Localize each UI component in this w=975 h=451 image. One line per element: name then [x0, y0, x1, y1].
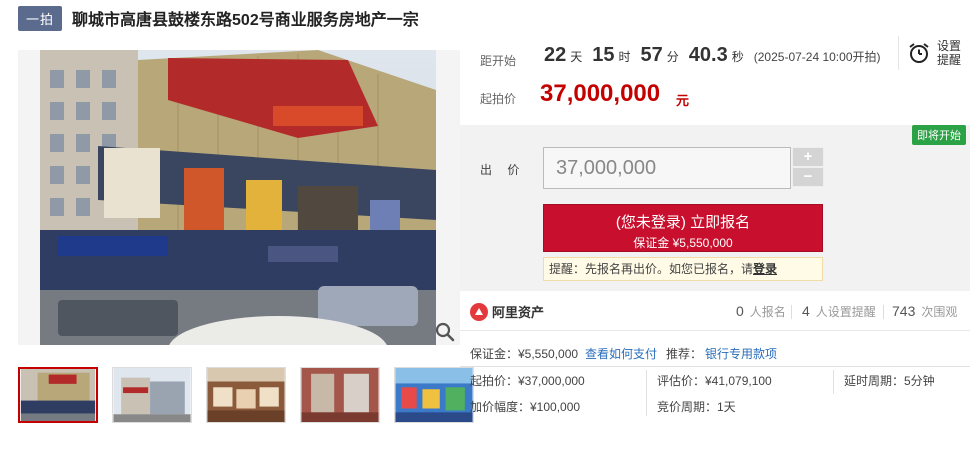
- view-count-value: 743: [892, 303, 916, 319]
- thumbnail-3[interactable]: [206, 367, 286, 423]
- brand-label: 阿里资产: [492, 305, 545, 320]
- login-link[interactable]: 登录: [753, 262, 777, 276]
- login-tip: 提醒：先报名再出价。如您已报名，请登录: [543, 257, 823, 281]
- countdown-panel: 距开始 22 天 15 时 57 分 40.3 秒 (2025-07-24 10…: [460, 30, 970, 125]
- set-reminder-label: 设置提醒: [937, 39, 962, 67]
- increase-bid-button[interactable]: +: [792, 147, 824, 167]
- countdown-days-unit: 天: [570, 50, 583, 64]
- view-count-label: 次围观: [921, 305, 958, 319]
- auction-start-time: (2025-07-24 10:00开拍): [753, 50, 881, 64]
- view-count: 743 次围观: [892, 303, 957, 320]
- ali-assets-icon: [470, 302, 488, 321]
- countdown-hours: 15: [592, 44, 615, 66]
- page-title: 聊城市高唐县鼓楼东路502号商业服务房地产一宗: [72, 12, 419, 29]
- signup-count: 0 人报名: [736, 303, 786, 320]
- recommend-label: 推荐：: [666, 347, 703, 361]
- thumbnail-2[interactable]: [112, 367, 192, 423]
- increment-info: 加价幅度：¥100,000: [470, 400, 581, 414]
- bid-amount-input[interactable]: 37,000,000: [543, 147, 791, 189]
- countdown-seconds: 40.3: [688, 44, 728, 66]
- bid-label: 出 价: [480, 163, 526, 177]
- start-price-info: 起拍价：¥37,000,000: [470, 374, 585, 388]
- countdown-minutes: 57: [640, 44, 663, 66]
- status-badge: 即将开始: [912, 125, 966, 145]
- title-row: 一拍 聊城市高唐县鼓楼东路502号商业服务房地产一宗: [18, 5, 419, 31]
- auction-round-badge: 一拍: [18, 5, 63, 31]
- thumbnail-4[interactable]: [300, 367, 380, 423]
- thumbnail-5[interactable]: [394, 367, 474, 423]
- reminder-count: 4 人设置提醒: [802, 303, 876, 320]
- bid-cycle-info: 竞价周期：1天: [657, 400, 736, 414]
- deposit-info: 保证金：¥5,550,000: [470, 347, 579, 361]
- building-photo: [18, 50, 460, 345]
- bank-special-account-link[interactable]: 银行专用款项: [705, 345, 777, 362]
- reminder-count-label: 人设置提醒: [815, 305, 876, 319]
- decrease-bid-button[interactable]: −: [792, 167, 824, 187]
- login-tip-text: 提醒：先报名再出价。如您已报名，请: [549, 262, 754, 276]
- start-price-label: 起拍价: [480, 92, 517, 106]
- stats-divider: [791, 305, 792, 319]
- register-button-label: (您未登录) 立即报名: [615, 214, 751, 231]
- details-column-divider: [833, 370, 834, 394]
- appraisal-info: 评估价：¥41,079,100: [657, 374, 772, 388]
- details-divider: [460, 366, 970, 367]
- bid-stepper: + −: [792, 147, 824, 189]
- reminder-count-value: 4: [802, 303, 810, 319]
- zoom-icon[interactable]: [434, 321, 456, 343]
- set-reminder-button[interactable]: 设置提醒: [898, 36, 964, 70]
- bid-panel: 即将开始 出 价 37,000,000 + − (您未登录) 立即报名 保证金 …: [460, 125, 970, 291]
- register-button[interactable]: (您未登录) 立即报名 保证金 ¥5,550,000: [543, 204, 823, 252]
- main-property-image[interactable]: [18, 50, 460, 345]
- details-column-divider: [646, 370, 647, 416]
- countdown-hours-unit: 时: [618, 50, 631, 64]
- extension-period-info: 延时周期：5分钟: [844, 374, 935, 388]
- countdown-label: 距开始: [480, 54, 517, 68]
- stats-row: 阿里资产 0 人报名 4 人设置提醒 743 次围观: [460, 293, 970, 331]
- alarm-clock-icon: [909, 43, 929, 63]
- register-deposit-label: 保证金 ¥5,550,000: [633, 236, 733, 250]
- countdown-timer: 22 天 15 时 57 分 40.3 秒 (2025-07-24 10:00开…: [544, 44, 881, 67]
- signup-count-value: 0: [736, 303, 744, 319]
- start-price-value: 37,000,000: [540, 80, 661, 107]
- countdown-days: 22: [544, 44, 567, 66]
- signup-count-label: 人报名: [749, 305, 786, 319]
- ali-assets-logo: 阿里资产: [470, 302, 544, 321]
- countdown-minutes-unit: 分: [666, 50, 679, 64]
- stats-divider: [883, 305, 884, 319]
- start-price-unit: 元: [676, 93, 690, 108]
- how-to-pay-link[interactable]: 查看如何支付: [585, 345, 657, 362]
- countdown-seconds-unit: 秒: [731, 50, 744, 64]
- thumbnail-strip: [18, 367, 474, 423]
- thumbnail-1[interactable]: [18, 367, 98, 423]
